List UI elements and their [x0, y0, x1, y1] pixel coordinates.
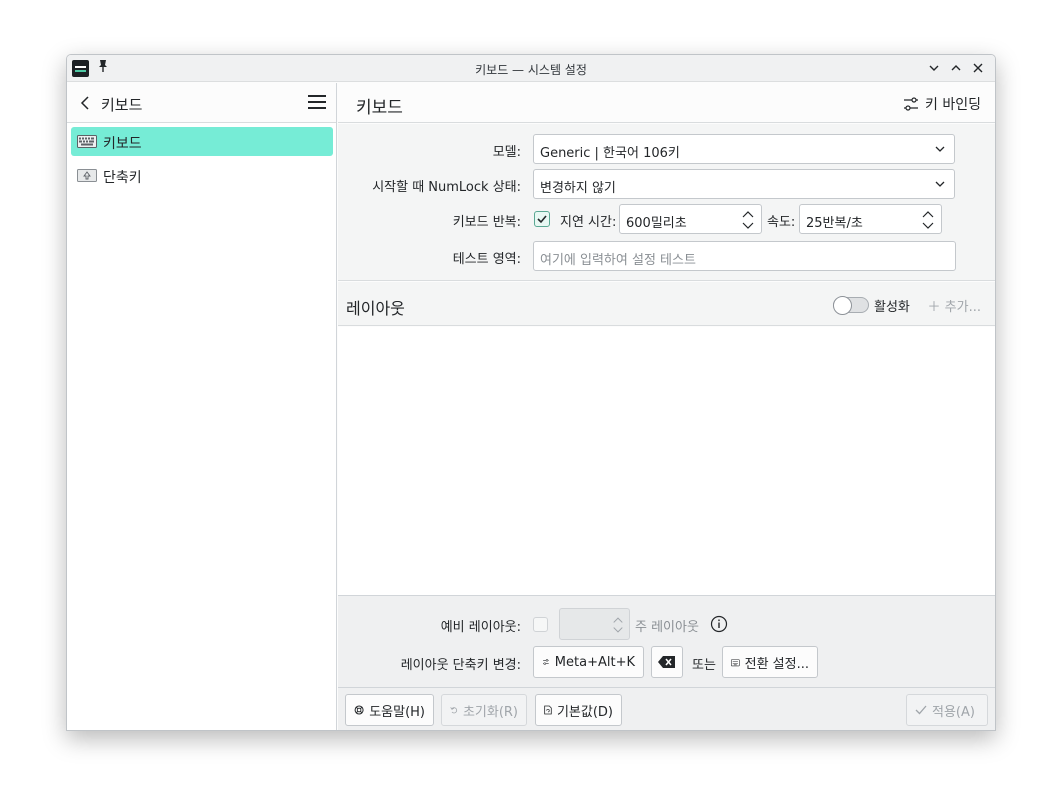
- keyboard-icon: [77, 135, 97, 148]
- sidebar-title: 키보드: [101, 96, 143, 114]
- defaults-button[interactable]: 기본값(D): [535, 694, 622, 726]
- numlock-combobox[interactable]: 변경하지 않기: [533, 169, 955, 199]
- layout-title: 레이아웃: [346, 299, 405, 318]
- add-layout-button[interactable]: ＋ 추가...: [928, 296, 981, 315]
- sidebar-item-label: 키보드: [103, 136, 142, 152]
- shortcut-key-icon: [77, 169, 97, 182]
- layout-shortcut-label: 레이아웃 단축키 변경:: [400, 658, 521, 673]
- title-bar: 키보드 — 시스템 설정: [67, 55, 995, 82]
- repeat-label: 키보드 반복:: [452, 215, 521, 230]
- undo-icon: [450, 707, 458, 714]
- delay-label: 지연 시간:: [560, 215, 617, 230]
- sidebar-item-shortcuts[interactable]: 단축키: [71, 161, 333, 190]
- window-title: 키보드 — 시스템 설정: [475, 63, 587, 77]
- layout-shortcut-button[interactable]: Meta+Alt+K: [533, 646, 644, 678]
- spare-layout-spinbox[interactable]: [559, 608, 630, 640]
- main-panel: 키보드 키 바인딩 모델: Generic | 한국어 106키 시작할 때 N…: [338, 83, 995, 730]
- chevron-down-icon: [935, 146, 945, 152]
- shortcut-icon: [543, 659, 549, 665]
- key-binding-label: 키 바인딩: [925, 97, 981, 113]
- lifebuoy-icon: [354, 705, 364, 715]
- spin-up-down-icon[interactable]: [741, 209, 755, 231]
- model-combobox[interactable]: Generic | 한국어 106키: [533, 134, 955, 164]
- close-icon[interactable]: [969, 59, 987, 77]
- delay-spinbox[interactable]: 600밀리초: [619, 204, 762, 234]
- or-label: 또는: [692, 658, 716, 673]
- rate-value: 25반복/초: [806, 216, 863, 231]
- layout-enable-label: 활성화: [874, 300, 910, 315]
- spare-layout-checkbox[interactable]: [533, 617, 548, 632]
- keyboard-settings-form: 모델: Generic | 한국어 106키 시작할 때 NumLock 상태:…: [338, 124, 995, 281]
- sidebar: 키보드 키보드 단축키: [67, 83, 337, 730]
- keyboard-icon: [731, 658, 740, 666]
- numlock-value: 변경하지 않기: [540, 181, 616, 196]
- layout-header: 레이아웃 활성화 ＋ 추가...: [338, 282, 995, 326]
- delay-value: 600밀리초: [626, 216, 687, 231]
- rate-spinbox[interactable]: 25반복/초: [799, 204, 942, 234]
- rate-label: 속도:: [767, 215, 796, 230]
- page-title: 키보드: [356, 98, 403, 118]
- test-area-label: 테스트 영역:: [452, 252, 521, 267]
- spin-up-down-icon: [613, 617, 623, 633]
- layout-enable-toggle[interactable]: [833, 296, 869, 315]
- spin-up-down-icon[interactable]: [921, 209, 935, 231]
- dialog-button-bar: 도움말(H) 초기화(R) 기본값(D) 적용(A): [338, 687, 995, 730]
- sidebar-item-label: 단축키: [103, 170, 142, 186]
- sidebar-header: 키보드: [67, 83, 336, 123]
- checkmark-icon: [915, 705, 927, 715]
- layout-options: 예비 레이아웃: 주 레이아웃 레이아웃 단축키 변경: Meta+Alt+K …: [338, 595, 995, 687]
- sidebar-item-keyboard[interactable]: 키보드: [71, 127, 333, 156]
- sliders-icon: [904, 97, 919, 111]
- spare-layout-label: 예비 레이아웃:: [440, 620, 521, 635]
- apply-button[interactable]: 적용(A): [906, 694, 988, 726]
- chevron-down-icon: [935, 181, 945, 187]
- key-binding-button[interactable]: 키 바인딩: [903, 94, 981, 114]
- plus-icon: ＋: [927, 300, 941, 315]
- backspace-icon: [658, 656, 675, 668]
- numlock-label: 시작할 때 NumLock 상태:: [372, 180, 521, 195]
- model-value: Generic | 한국어 106키: [540, 146, 680, 161]
- reset-button[interactable]: 초기화(R): [441, 694, 527, 726]
- minimize-icon[interactable]: [925, 59, 943, 77]
- repeat-checkbox[interactable]: [534, 211, 550, 227]
- model-label: 모델:: [492, 145, 521, 160]
- maximize-icon[interactable]: [947, 59, 965, 77]
- settings-window: 키보드 — 시스템 설정 키보드 키보드 단축키 키보드 키 바인딩 모델: G…: [66, 54, 996, 731]
- clear-shortcut-button[interactable]: [651, 646, 683, 678]
- hamburger-menu-icon[interactable]: [308, 95, 326, 111]
- switch-settings-button[interactable]: 전환 설정...: [722, 646, 818, 678]
- test-area-input[interactable]: 여기에 입력하여 설정 테스트: [533, 241, 956, 271]
- help-button[interactable]: 도움말(H): [345, 694, 434, 726]
- info-icon[interactable]: [710, 615, 728, 637]
- main-layout-label: 주 레이아웃: [635, 620, 699, 635]
- back-icon[interactable]: [77, 93, 95, 113]
- layout-list[interactable]: [338, 327, 995, 595]
- main-header: 키보드 키 바인딩: [338, 83, 995, 123]
- document-restore-icon: [544, 705, 552, 715]
